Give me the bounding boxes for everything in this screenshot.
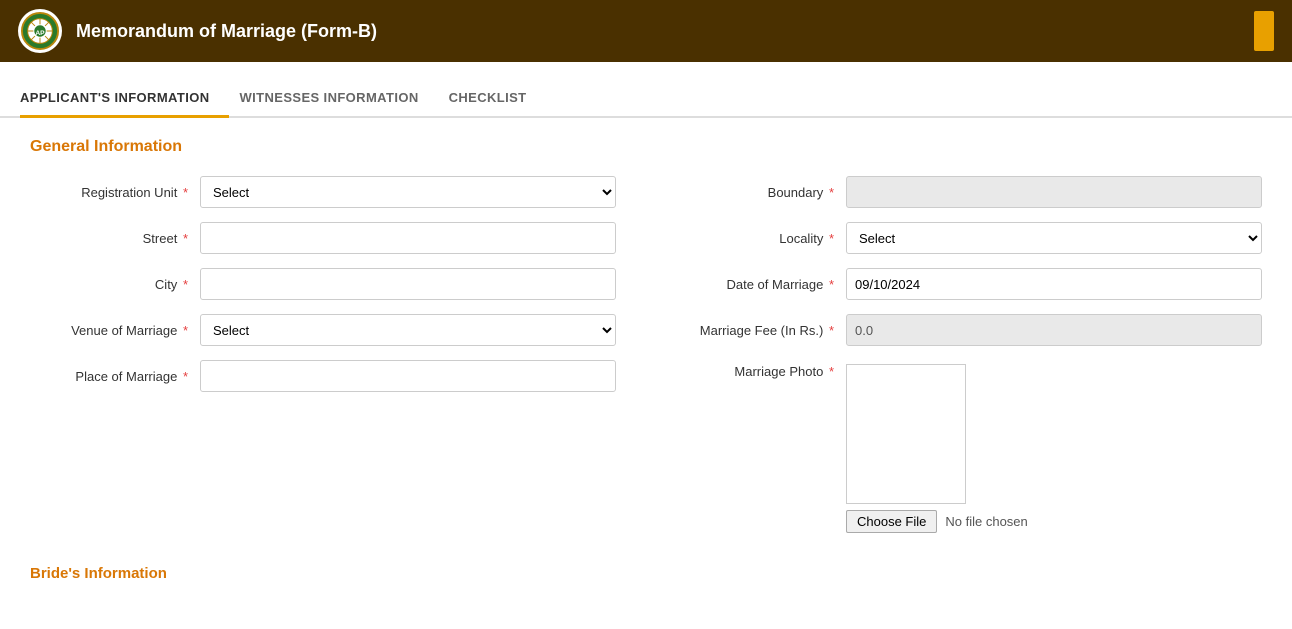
file-input-row: Choose File No file chosen [846, 510, 1028, 533]
svg-text:AP: AP [35, 30, 45, 37]
date-of-marriage-label: Date of Marriage * [676, 277, 846, 292]
registration-unit-label: Registration Unit * [30, 185, 200, 200]
venue-of-marriage-row: Venue of Marriage * Select [30, 314, 616, 346]
place-of-marriage-label: Place of Marriage * [30, 369, 200, 384]
boundary-label: Boundary * [676, 185, 846, 200]
required-star: * [183, 231, 188, 246]
marriage-fee-input [846, 314, 1262, 346]
required-star: * [829, 277, 834, 292]
required-star: * [183, 369, 188, 384]
tabs-container: APPLICANT'S INFORMATION WITNESSES INFORM… [0, 78, 1292, 118]
required-star: * [183, 323, 188, 338]
required-star: * [829, 364, 834, 379]
right-column: Boundary * Locality * Select Date of Mar… [676, 176, 1262, 547]
city-row: City * [30, 268, 616, 300]
date-of-marriage-input[interactable] [846, 268, 1262, 300]
boundary-row: Boundary * [676, 176, 1262, 208]
main-content: General Information Registration Unit * … [0, 118, 1292, 602]
header-accent-bar [1254, 11, 1274, 51]
required-star: * [829, 323, 834, 338]
registration-unit-row: Registration Unit * Select [30, 176, 616, 208]
place-of-marriage-input[interactable] [200, 360, 616, 392]
section-title-general: General Information [30, 138, 1262, 156]
locality-select[interactable]: Select [846, 222, 1262, 254]
city-label: City * [30, 277, 200, 292]
form-grid: Registration Unit * Select Street * City [30, 176, 1262, 547]
required-star: * [183, 185, 188, 200]
header-logo: AP [18, 9, 62, 53]
date-of-marriage-row: Date of Marriage * [676, 268, 1262, 300]
venue-of-marriage-select[interactable]: Select [200, 314, 616, 346]
page-title: Memorandum of Marriage (Form-B) [76, 21, 377, 42]
logo-icon: AP [21, 12, 59, 50]
marriage-photo-label: Marriage Photo * [676, 360, 846, 379]
marriage-photo-row: Marriage Photo * Choose File No file cho… [676, 360, 1262, 533]
left-column: Registration Unit * Select Street * City [30, 176, 616, 547]
street-label: Street * [30, 231, 200, 246]
tab-witnesses-information[interactable]: WITNESSES INFORMATION [239, 80, 438, 118]
venue-of-marriage-label: Venue of Marriage * [30, 323, 200, 338]
place-of-marriage-row: Place of Marriage * [30, 360, 616, 392]
marriage-fee-row: Marriage Fee (In Rs.) * [676, 314, 1262, 346]
locality-label: Locality * [676, 231, 846, 246]
city-input[interactable] [200, 268, 616, 300]
tab-applicant-information[interactable]: APPLICANT'S INFORMATION [20, 80, 229, 118]
marriage-fee-label: Marriage Fee (In Rs.) * [676, 323, 846, 338]
required-star: * [829, 231, 834, 246]
boundary-input [846, 176, 1262, 208]
tab-checklist[interactable]: CHECKLIST [449, 80, 547, 118]
registration-unit-select[interactable]: Select [200, 176, 616, 208]
choose-file-button[interactable]: Choose File [846, 510, 937, 533]
required-star: * [829, 185, 834, 200]
marriage-photo-section: Choose File No file chosen [846, 364, 1028, 533]
street-row: Street * [30, 222, 616, 254]
required-star: * [183, 277, 188, 292]
street-input[interactable] [200, 222, 616, 254]
marriage-photo-preview [846, 364, 966, 504]
bride-section-hint: Bride's Information [30, 565, 1262, 582]
header: AP Memorandum of Marriage (Form-B) [0, 0, 1292, 62]
locality-row: Locality * Select [676, 222, 1262, 254]
no-file-chosen-text: No file chosen [945, 514, 1027, 529]
